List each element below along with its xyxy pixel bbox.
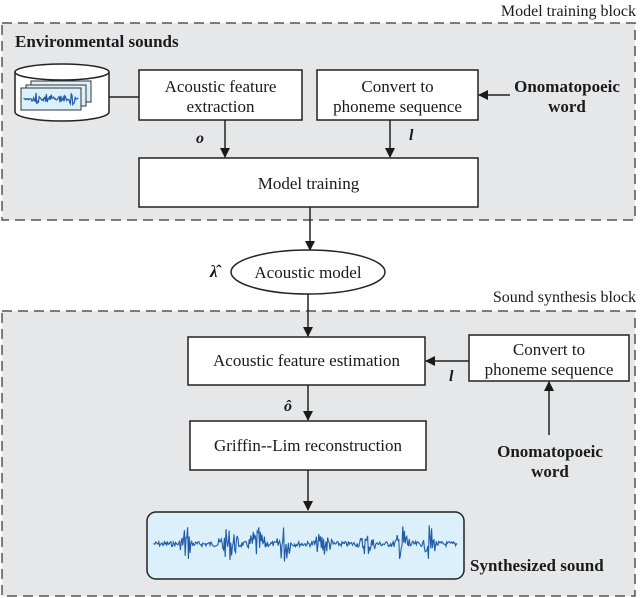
sound-database-icon bbox=[14, 63, 110, 122]
feature-extraction-line1: Acoustic feature bbox=[165, 77, 277, 96]
environmental-sounds-label: Environmental sounds bbox=[15, 32, 179, 51]
onomatopoeic-word-line1: Onomatopoeic bbox=[514, 77, 620, 96]
onomatopoeic-word-line2: word bbox=[548, 97, 586, 116]
feature-extraction-line2: extraction bbox=[187, 97, 255, 116]
training-block-caption: Model training block bbox=[501, 3, 636, 20]
synth-onomatopoeic-line1: Onomatopoeic bbox=[497, 442, 603, 461]
flow-diagram: Model training block Environmental sound… bbox=[1, 3, 636, 597]
convert-phoneme-line2: phoneme sequence bbox=[333, 97, 462, 116]
label-o: o bbox=[196, 130, 204, 147]
model-training-label: Model training bbox=[258, 174, 360, 193]
synth-convert-phoneme-line1: Convert to bbox=[513, 340, 585, 359]
convert-phoneme-line1: Convert to bbox=[361, 77, 433, 96]
synth-convert-phoneme-line2: phoneme sequence bbox=[485, 360, 614, 379]
synthesis-block-caption: Sound synthesis block bbox=[493, 289, 636, 306]
label-l: l bbox=[409, 127, 414, 144]
synth-label-l: l bbox=[449, 368, 454, 385]
synth-onomatopoeic-line2: word bbox=[531, 462, 569, 481]
acoustic-model-label: Acoustic model bbox=[254, 263, 361, 282]
label-o-hat: ô bbox=[284, 398, 292, 415]
griffin-lim-label: Griffin--Lim reconstruction bbox=[214, 436, 403, 455]
synthesized-sound-label: Synthesized sound bbox=[470, 556, 604, 575]
lambda-hat-symbol: λ̂ bbox=[209, 262, 222, 281]
feature-estimation-label: Acoustic feature estimation bbox=[213, 351, 400, 370]
